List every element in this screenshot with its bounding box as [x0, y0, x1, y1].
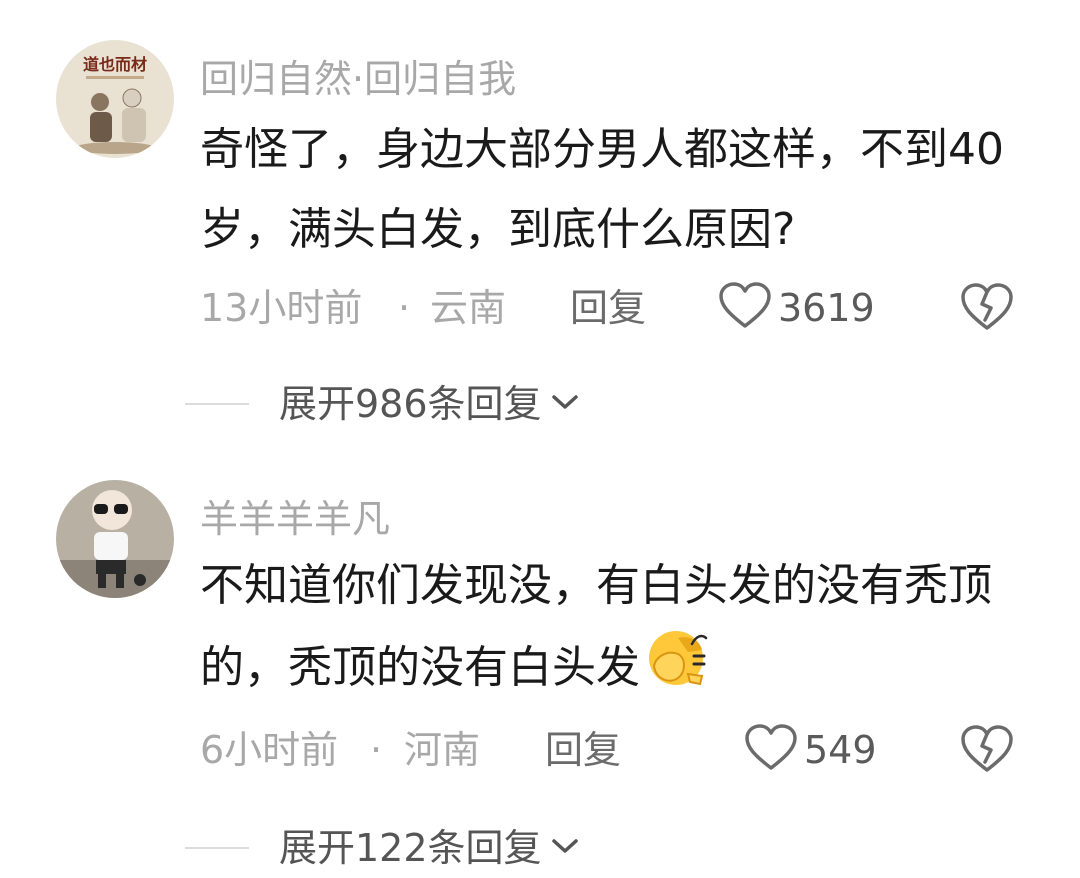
- location: 河南: [404, 728, 481, 772]
- broken-heart-icon: [961, 283, 1013, 330]
- divider-line: [185, 847, 249, 849]
- comment-item: 道也而材 回归自然·回归自我 奇怪了，身边大部分男人都这样，不到40岁，满头白发…: [0, 0, 1080, 440]
- reply-button[interactable]: 回复: [570, 278, 646, 338]
- username[interactable]: 羊羊羊羊凡: [200, 488, 390, 543]
- timestamp: 6小时前: [200, 728, 339, 772]
- comment-text: 不知道你们发现没，有白头发的没有秃顶的，秃顶的没有白头发: [200, 546, 1020, 714]
- broken-heart-icon: [961, 725, 1013, 772]
- like-count: 549: [804, 728, 877, 772]
- username[interactable]: 回归自然·回归自我: [200, 48, 516, 103]
- avatar-logo-text: 道也而材: [83, 55, 147, 74]
- expand-replies-label[interactable]: 展开122条回复: [279, 818, 542, 878]
- heart-outline-icon: [718, 282, 772, 334]
- like-button[interactable]: 3619: [718, 278, 875, 338]
- meta-separator: ·: [370, 728, 383, 772]
- comment-text: 奇怪了，身边大部分男人都这样，不到40岁，满头白发，到底什么原因?: [200, 124, 1004, 255]
- reply-button[interactable]: 回复: [545, 720, 621, 780]
- expand-replies[interactable]: 展开122条回复: [185, 818, 580, 878]
- facepalm-emoji-icon: [642, 626, 712, 714]
- comment-meta: 13小时前 · 云南 回复 3619: [200, 278, 1030, 338]
- comment-item: 羊羊羊羊凡 不知道你们发现没，有白头发的没有秃顶的，秃顶的没有白头发 6小时前 …: [0, 440, 1080, 876]
- chevron-down-icon[interactable]: [550, 392, 580, 416]
- chevron-down-icon[interactable]: [550, 836, 580, 860]
- like-count: 3619: [778, 286, 875, 330]
- heart-outline-icon: [744, 724, 798, 776]
- location: 云南: [430, 286, 507, 330]
- expand-replies[interactable]: 展开986条回复: [185, 374, 580, 434]
- meta-separator: ·: [398, 286, 411, 330]
- comment-text-content: 不知道你们发现没，有白头发的没有秃顶的，秃顶的没有白头发: [200, 560, 992, 693]
- like-button[interactable]: 549: [744, 720, 877, 780]
- avatar[interactable]: 道也而材: [56, 40, 174, 158]
- divider-line: [185, 403, 249, 405]
- dislike-button[interactable]: [960, 724, 1014, 778]
- comment-meta: 6小时前 · 河南 回复 549: [200, 720, 1030, 780]
- avatar[interactable]: [56, 480, 174, 598]
- timestamp: 13小时前: [200, 286, 363, 330]
- expand-replies-label[interactable]: 展开986条回复: [279, 374, 542, 434]
- dislike-button[interactable]: [960, 282, 1014, 336]
